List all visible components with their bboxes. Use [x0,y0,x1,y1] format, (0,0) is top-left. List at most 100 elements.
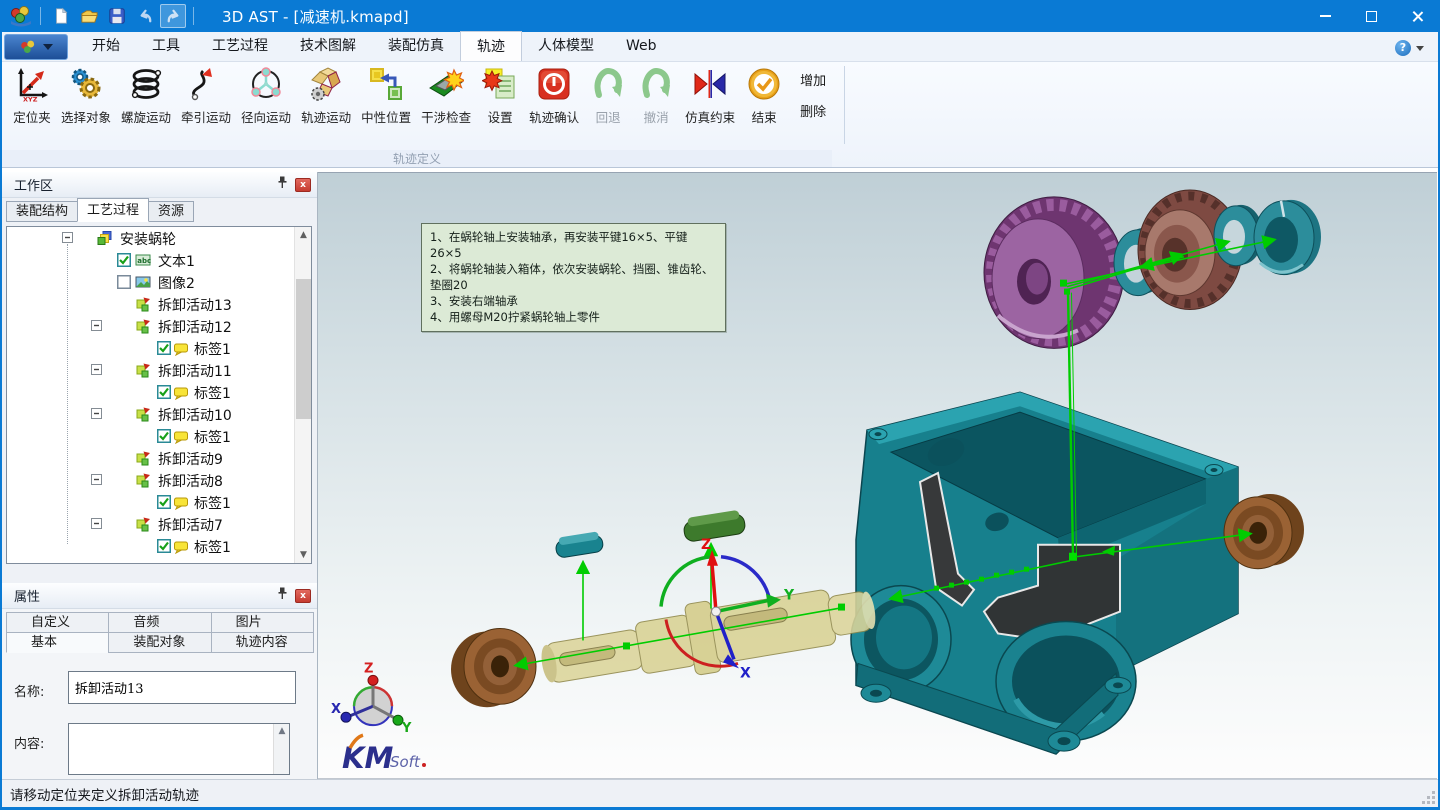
ribbon-button-spiral-motion[interactable]: 螺旋运动 [116,62,176,126]
tree-expander-icon[interactable] [91,408,102,419]
properties-tab-basic[interactable]: 基本 [6,632,109,653]
tree-checkbox[interactable] [157,341,171,355]
help-caret-icon[interactable] [1416,46,1424,51]
properties-tab-audio[interactable]: 音频 [108,612,211,633]
ribbon-button-trajectory-confirm[interactable]: 轨迹确认 [524,62,584,126]
ribbon-button-rollback[interactable]: 回退 [584,62,632,126]
gears-icon [67,65,105,103]
tree-item-拆卸活动7[interactable]: 拆卸活动7 [7,513,311,535]
tree-checkbox[interactable] [117,253,131,267]
tree-item-拆卸活动10[interactable]: 拆卸活动10 [7,403,311,425]
tree-item-标签1[interactable]: 标签1 [7,381,311,403]
workspace-tab-assembly-structure[interactable]: 装配结构 [6,201,78,222]
properties-tab-picture[interactable]: 图片 [211,612,314,633]
save-button[interactable] [104,4,130,28]
scrollbar-thumb[interactable] [296,279,311,419]
tree-item-标签1[interactable]: 标签1 [7,535,311,557]
tree-item-安装蜗轮[interactable]: 安装蜗轮 [7,227,311,249]
ribbon-button-radial-motion[interactable]: 径向运动 [236,62,296,126]
ribbon-button-traction-motion[interactable]: 牵引运动 [176,62,236,126]
tree-item-拆卸活动13[interactable]: 拆卸活动13 [7,293,311,315]
tree-checkbox[interactable] [157,539,171,553]
maximize-button[interactable] [1348,0,1394,32]
pin-icon[interactable] [276,176,289,193]
app-menu-button[interactable] [4,34,68,60]
worm-gear[interactable] [984,197,1124,348]
tree-expander-icon[interactable] [91,320,102,331]
tree-item-拆卸活动11[interactable]: 拆卸活动11 [7,359,311,381]
ribbon-button-trajectory-motion[interactable]: 轨迹运动 [296,62,356,126]
menu-tab-human-model[interactable]: 人体模型 [522,31,610,61]
tree-item-标签1[interactable]: 标签1 [7,491,311,513]
close-button[interactable] [1394,0,1440,32]
scroll-up-icon[interactable]: ▲ [295,227,312,243]
ribbon-button-simulation-constraint[interactable]: 仿真约束 [680,62,740,126]
xyz-axes-icon: XYZ [13,65,51,103]
tree-item-标签1[interactable]: 标签1 [7,425,311,447]
scroll-down-icon[interactable]: ▼ [295,547,312,563]
tree-item-图像2[interactable]: 图像2 [7,271,311,293]
menu-tab-tech-illustration[interactable]: 技术图解 [284,31,372,61]
menu-tab-process[interactable]: 工艺过程 [196,31,284,61]
tree-expander-icon[interactable] [62,232,73,243]
open-folder-button[interactable] [76,4,102,28]
tree-expander-icon[interactable] [91,518,102,529]
tree-item-拆卸活动12[interactable]: 拆卸活动12 [7,315,311,337]
bearing-left[interactable] [451,628,536,707]
new-document-button[interactable] [48,4,74,28]
ribbon-button-finish[interactable]: 结束 [740,62,788,126]
resize-grip-icon[interactable] [1422,791,1436,805]
content-scrollbar[interactable]: ▲ [273,724,289,774]
tree-item-拆卸活动9[interactable]: 拆卸活动9 [7,447,311,469]
gearbox-housing[interactable] [851,392,1238,754]
ribbon-button-neutral-position[interactable]: 中性位置 [356,62,416,126]
ring-nut[interactable] [1254,200,1321,275]
menu-tab-trajectory[interactable]: 轨迹 [460,31,522,61]
name-input[interactable] [68,671,296,704]
ribbon-button-select-object[interactable]: 选择对象 [56,62,116,126]
tree-expander-icon[interactable] [91,364,102,375]
help-button[interactable]: ? [1395,40,1411,56]
tree-checkbox[interactable] [157,385,171,399]
worm-shaft[interactable] [536,574,880,700]
ribbon-button-positioning-clamp[interactable]: XYZ定位夹 [8,62,56,126]
tree-scrollbar[interactable]: ▲ ▼ [294,227,311,563]
redo-button[interactable] [160,4,186,28]
key-small[interactable] [554,531,604,559]
tree-expander-icon[interactable] [91,474,102,485]
squares-arrow-icon [367,65,405,103]
ribbon-button-interference-check[interactable]: 干涉检查 [416,62,476,126]
viewport-3d[interactable]: Z Y X Z X Y KM [318,172,1437,779]
menu-tab-home[interactable]: 开始 [76,31,136,61]
menu-tab-assembly-simulation[interactable]: 装配仿真 [372,31,460,61]
tree-item-拆卸活动8[interactable]: 拆卸活动8 [7,469,311,491]
tree-checkbox[interactable] [157,495,171,509]
properties-tab-trajectory-content[interactable]: 轨迹内容 [211,632,314,653]
ribbon-button-add[interactable]: 增加 [796,68,830,91]
key-large[interactable] [682,509,746,542]
view-triad[interactable]: Z X Y [331,661,412,736]
workspace-tab-process[interactable]: 工艺过程 [77,198,149,222]
ribbon-button-delete[interactable]: 删除 [796,99,830,122]
minimize-button[interactable] [1302,0,1348,32]
undo-button[interactable] [132,4,158,28]
content-textarea[interactable]: ▲ [68,723,290,775]
scroll-up-icon[interactable]: ▲ [274,726,290,736]
workspace-tab-resources[interactable]: 资源 [148,201,194,222]
menu-tab-web[interactable]: Web [610,31,673,61]
properties-tab-assembly-object[interactable]: 装配对象 [108,632,211,653]
tree-checkbox[interactable] [157,429,171,443]
ribbon-button-undo[interactable]: 撤消 [632,62,680,126]
menu-tab-tools[interactable]: 工具 [136,31,196,61]
tree-item-文本1[interactable]: abc文本1 [7,249,311,271]
tree-item-标签1[interactable]: 标签1 [7,337,311,359]
properties-tab-custom[interactable]: 自定义 [6,612,109,633]
annotation-note[interactable]: 1、在蜗轮轴上安装轴承，再安装平键16×5、平键26×5 2、将蜗轮轴装入箱体，… [421,223,726,332]
bearing-right[interactable] [1224,494,1304,569]
pin-icon[interactable] [276,587,289,604]
workspace-close-button[interactable]: x [295,178,311,192]
tree-checkbox[interactable] [117,275,131,289]
ribbon-button-settings[interactable]: 设置 [476,62,524,126]
window-title: 3D AST - [减速机.kmapd] [222,6,409,27]
properties-close-button[interactable]: x [295,589,311,603]
